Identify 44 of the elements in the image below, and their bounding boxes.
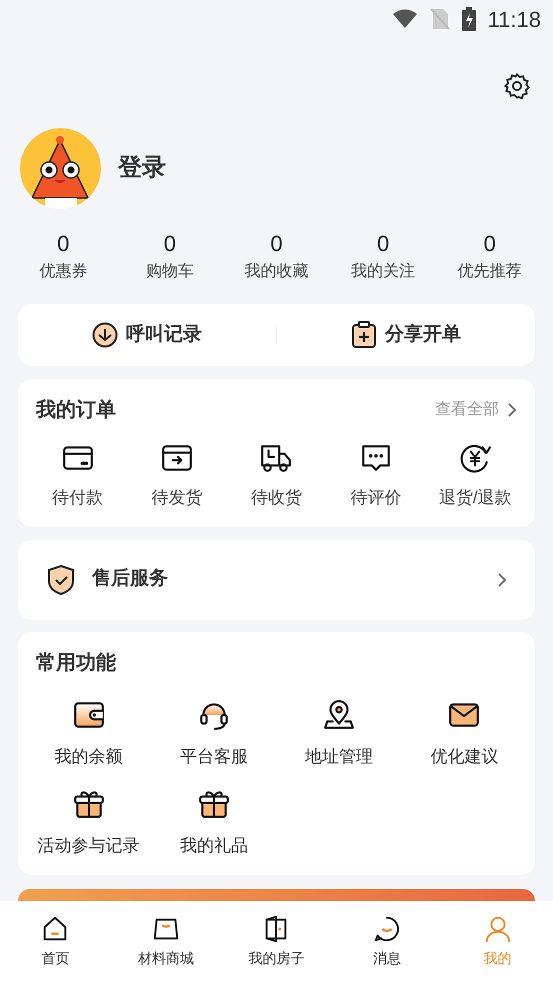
- stat-count: 0: [376, 230, 390, 258]
- function-button[interactable]: 优化建议: [402, 698, 527, 769]
- status-time: 11:18: [488, 6, 541, 34]
- stat-label[interactable]: 优先推荐: [458, 260, 522, 284]
- stat-label[interactable]: 优惠券: [39, 260, 88, 284]
- section-title: 我的订单: [36, 398, 116, 423]
- clipboard-plus-icon: [351, 321, 377, 349]
- function-button[interactable]: 地址管理: [276, 698, 402, 769]
- stat-count: 0: [164, 230, 176, 258]
- function-button[interactable]: 我的余额: [26, 698, 152, 769]
- call-icon: [92, 322, 118, 348]
- login-link[interactable]: 登录: [118, 150, 166, 186]
- function-button[interactable]: 我的礼品: [151, 787, 276, 858]
- after-sales-label[interactable]: 售后服务: [92, 565, 168, 594]
- stat-count: 0: [57, 230, 70, 258]
- quick-action-button[interactable]: 呼叫记录: [92, 320, 202, 350]
- quick-action-button[interactable]: 分享开单: [351, 320, 461, 350]
- stat-label[interactable]: 我的收藏: [244, 260, 308, 284]
- order-status-button[interactable]: 待付款: [28, 441, 128, 510]
- location-pin-icon: [322, 698, 356, 732]
- order-status-button[interactable]: 待发货: [127, 441, 227, 510]
- promo-banner[interactable]: [18, 888, 535, 900]
- battery-icon: [462, 7, 476, 31]
- section-title: 常用功能: [36, 652, 116, 674]
- chevron-icon: [507, 402, 517, 418]
- no-sim-icon: [430, 8, 450, 30]
- tab-bar-item[interactable]: 材料商城: [110, 914, 222, 970]
- tab-bar-item[interactable]: 首页: [0, 914, 111, 970]
- function-button[interactable]: 平台客服: [151, 698, 276, 769]
- settings-icon[interactable]: [503, 72, 531, 100]
- order-status-button[interactable]: 退货/退款: [426, 441, 525, 510]
- shield-check-icon: [46, 564, 76, 596]
- function-button[interactable]: 活动参与记录: [26, 787, 152, 858]
- stat-count: 0: [484, 230, 496, 258]
- tab-bar-item[interactable]: 消息: [332, 914, 442, 970]
- stat-label[interactable]: 我的关注: [351, 260, 416, 284]
- avatar[interactable]: [20, 128, 101, 208]
- stat-label[interactable]: 购物车: [146, 260, 194, 284]
- tab-bar-item[interactable]: 我的房子: [221, 914, 332, 970]
- stat-count: 0: [270, 230, 283, 258]
- chevron-icon: [497, 572, 507, 588]
- order-status-button[interactable]: 待评价: [326, 441, 426, 510]
- wifi-icon: [392, 9, 418, 29]
- order-status-button[interactable]: 待收货: [226, 441, 326, 510]
